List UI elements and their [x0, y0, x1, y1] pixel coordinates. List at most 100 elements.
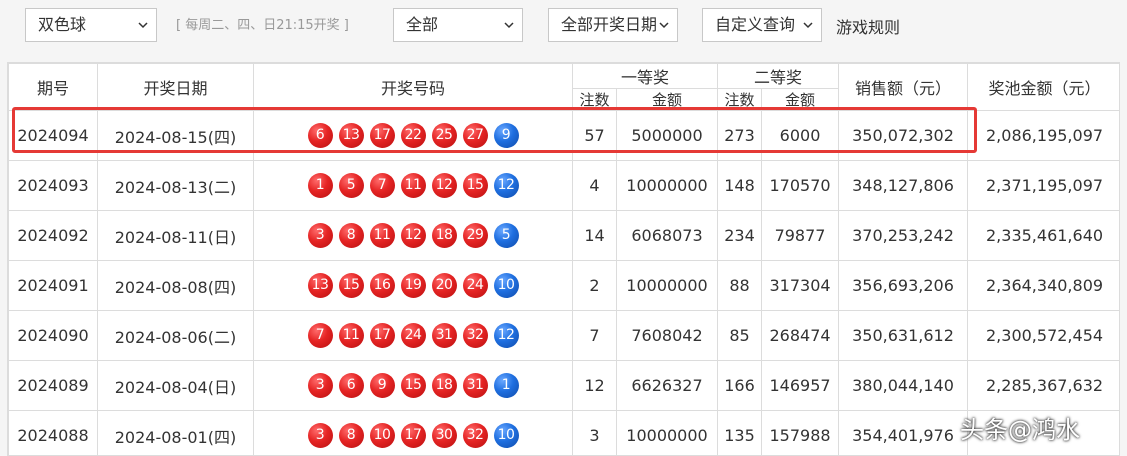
header-pool: 奖池金额（元） [967, 63, 1119, 111]
blue-ball: 5 [493, 223, 519, 248]
red-ball: 18 [431, 373, 457, 398]
red-ball: 17 [400, 423, 426, 448]
first-amount-cell: 10000000 [615, 260, 719, 311]
chevron-down-icon [659, 22, 669, 29]
first-count-cell: 4 [572, 160, 617, 211]
sales-cell: 380,044,140 [838, 360, 969, 411]
header-issue: 期号 [8, 63, 98, 111]
first-count-cell: 57 [572, 110, 617, 161]
pool-cell: 2,285,367,632 [967, 360, 1119, 411]
sales-cell: 370,253,242 [838, 210, 969, 261]
table-row: 2024094 2024-08-15(四) 6 13 17 22 25 27 9… [8, 110, 1119, 161]
red-ball: 22 [400, 123, 426, 148]
second-count-cell: 135 [717, 410, 763, 455]
second-amount-cell: 146957 [761, 360, 840, 411]
issue-cell: 2024094 [8, 110, 98, 161]
issue-cell: 2024091 [8, 260, 98, 311]
red-ball: 32 [462, 323, 488, 348]
blue-ball: 10 [493, 423, 519, 448]
pool-cell: 2,364,340,809 [967, 260, 1119, 311]
red-ball: 25 [431, 123, 457, 148]
red-ball: 10 [369, 423, 395, 448]
red-ball: 31 [431, 323, 457, 348]
red-ball: 8 [338, 223, 364, 248]
red-ball: 7 [307, 323, 333, 348]
header-first-amount: 金额 [615, 88, 719, 111]
first-amount-cell: 6626327 [615, 360, 719, 411]
red-ball: 20 [431, 273, 457, 298]
sales-cell: 356,693,206 [838, 260, 969, 311]
numbers-cell: 3 8 11 12 18 29 5 [253, 210, 573, 261]
blue-ball: 12 [493, 323, 519, 348]
lottery-type-select[interactable]: 双色球 [25, 8, 157, 42]
numbers-cell: 1 5 7 11 12 15 12 [253, 160, 573, 211]
red-ball: 17 [369, 323, 395, 348]
sales-cell: 354,401,976 [838, 410, 969, 455]
pool-cell: 2,300,572,454 [967, 310, 1119, 361]
custom-query-value: 自定义查询 [715, 15, 796, 34]
table-row: 2024092 2024-08-11(日) 3 8 11 12 18 29 5 … [8, 210, 1119, 261]
red-ball: 11 [338, 323, 364, 348]
header-second-count: 注数 [717, 88, 763, 111]
red-ball: 15 [338, 273, 364, 298]
header-date: 开奖日期 [97, 63, 254, 111]
issue-cell: 2024089 [8, 360, 98, 411]
red-ball: 11 [369, 223, 395, 248]
blue-ball: 10 [493, 273, 519, 298]
second-amount-cell: 79877 [761, 210, 840, 261]
red-ball: 24 [400, 323, 426, 348]
first-amount-cell: 6068073 [615, 210, 719, 261]
table-row: 2024089 2024-08-04(日) 3 6 9 15 18 31 1 1… [8, 360, 1119, 411]
first-amount-cell: 7608042 [615, 310, 719, 361]
header-first-count: 注数 [572, 88, 617, 111]
numbers-cell: 6 13 17 22 25 27 9 [253, 110, 573, 161]
first-count-cell: 2 [572, 260, 617, 311]
chevron-down-icon [138, 22, 148, 29]
numbers-cell: 3 6 9 15 18 31 1 [253, 360, 573, 411]
scope-select[interactable]: 全部 [393, 8, 523, 42]
sales-cell: 350,072,302 [838, 110, 969, 161]
pool-cell: 2,335,461,640 [967, 210, 1119, 261]
date-cell: 2024-08-06(二) [97, 310, 254, 361]
date-cell: 2024-08-01(四) [97, 410, 254, 455]
first-count-cell: 14 [572, 210, 617, 261]
second-amount-cell: 6000 [761, 110, 840, 161]
header-second-prize: 二等奖 [717, 63, 840, 89]
sales-cell: 348,127,806 [838, 160, 969, 211]
first-amount-cell: 5000000 [615, 110, 719, 161]
draw-date-select[interactable]: 全部开奖日期 [548, 8, 678, 42]
results-table: 期号 开奖日期 开奖号码 一等奖 二等奖 销售额（元） 奖池金额（元） 注数 金… [8, 63, 1119, 455]
scope-value: 全部 [406, 15, 439, 34]
first-count-cell: 3 [572, 410, 617, 455]
red-ball: 13 [307, 273, 333, 298]
sales-cell: 350,631,612 [838, 310, 969, 361]
chevron-down-icon [803, 22, 813, 29]
header-first-prize: 一等奖 [571, 63, 719, 89]
red-ball: 29 [462, 223, 488, 248]
red-ball: 15 [462, 173, 488, 198]
red-ball: 18 [431, 223, 457, 248]
red-ball: 12 [400, 223, 426, 248]
game-rules-link[interactable]: 游戏规则 [836, 14, 900, 38]
table-row: 2024091 2024-08-08(四) 13 15 16 19 20 24 … [8, 260, 1119, 311]
first-amount-cell: 10000000 [615, 410, 719, 455]
chevron-down-icon [504, 22, 514, 29]
red-ball: 16 [369, 273, 395, 298]
query-toolbar: 双色球 [ 每周二、四、日21:15开奖 ] 全部 全部开奖日期 自定义查询 游… [0, 0, 1127, 58]
red-ball: 8 [338, 423, 364, 448]
header-numbers: 开奖号码 [253, 63, 573, 111]
second-count-cell: 85 [717, 310, 763, 361]
red-ball: 13 [338, 123, 364, 148]
second-count-cell: 273 [717, 110, 763, 161]
date-cell: 2024-08-04(日) [97, 360, 254, 411]
table-row: 2024093 2024-08-13(二) 1 5 7 11 12 15 12 … [8, 160, 1119, 211]
blue-ball: 1 [493, 373, 519, 398]
red-ball: 6 [307, 123, 333, 148]
custom-query-select[interactable]: 自定义查询 [702, 8, 822, 42]
red-ball: 27 [462, 123, 488, 148]
draw-date-value: 全部开奖日期 [561, 15, 658, 34]
issue-cell: 2024090 [8, 310, 98, 361]
watermark: 头条@鸿水 [960, 416, 1080, 444]
second-count-cell: 234 [717, 210, 763, 261]
issue-cell: 2024092 [8, 210, 98, 261]
